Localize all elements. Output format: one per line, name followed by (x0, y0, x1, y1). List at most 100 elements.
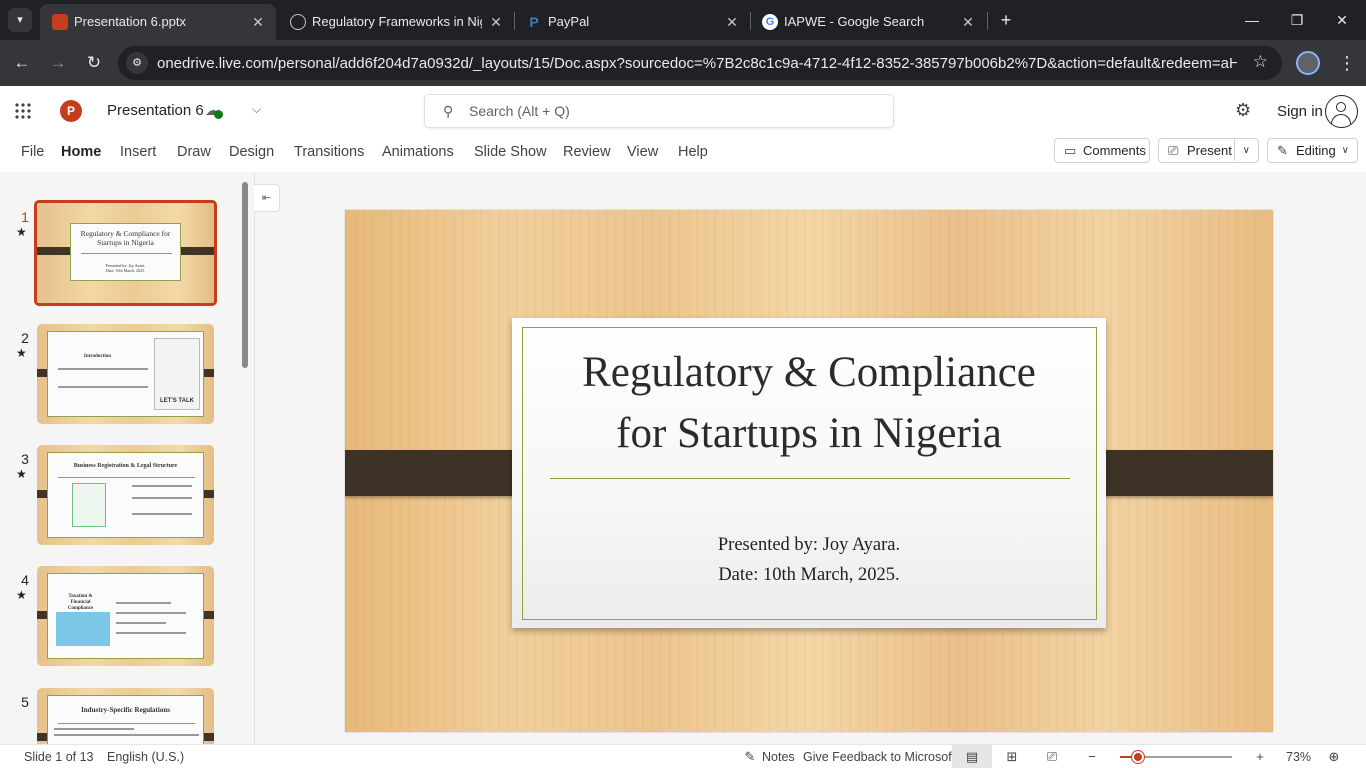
slide-number: 5 (21, 694, 29, 710)
thumb-paper: Introduction LET'S TALK (47, 331, 204, 417)
present-split-divider (1234, 138, 1235, 161)
tab-home[interactable]: Home (61, 143, 101, 161)
thumbnail-slide-1[interactable]: 1 ★ Regulatory & Compliance for Startups… (0, 200, 240, 307)
editing-mode-button[interactable]: ✎ Editing ∨ (1267, 138, 1358, 163)
thumbnail-card[interactable]: Taxation & Financial Compliance (37, 566, 214, 666)
new-tab-plus-icon[interactable]: + (996, 10, 1016, 30)
sign-in-link[interactable]: Sign in (1277, 103, 1323, 121)
app-launcher-icon[interactable] (14, 102, 32, 120)
address-bar[interactable]: ⚙ onedrive.live.com/personal/add6f204d7a… (118, 46, 1282, 80)
zoom-slider-thumb[interactable] (1132, 751, 1144, 763)
url-text[interactable]: onedrive.live.com/personal/add6f204d7a09… (157, 55, 1237, 72)
chevron-down-icon[interactable]: ⌵ (252, 102, 261, 117)
thumbnail-slide-2[interactable]: 2 ★ Introduction LET'S TALK (0, 324, 240, 428)
notes-icon[interactable]: ✎ (740, 748, 760, 766)
tab-title: Presentation 6.pptx (74, 14, 187, 29)
thumbnail-scrollbar[interactable] (242, 182, 248, 368)
tab-draw[interactable]: Draw (177, 143, 211, 161)
tab-file[interactable]: File (21, 143, 44, 161)
slide-title-line-1: Regulatory & Compliance (582, 349, 1036, 396)
minimize-icon[interactable]: — (1240, 8, 1264, 32)
thumbnail-card[interactable]: Introduction LET'S TALK (37, 324, 214, 424)
bookmark-star-icon[interactable]: ☆ (1253, 52, 1268, 72)
thumbnail-card[interactable]: Business Registration & Legal Structure (37, 445, 214, 545)
browser-menu-icon[interactable]: ⋮ (1338, 51, 1356, 75)
browser-tab-paypal[interactable]: P PayPal ✕ (514, 4, 750, 40)
thumbnail-slide-3[interactable]: 3 ★ Business Registration & Legal Struct… (0, 445, 240, 549)
animation-star-icon: ★ (16, 225, 27, 239)
powerpoint-logo-icon: P (60, 100, 82, 122)
restore-icon[interactable]: ❐ (1285, 8, 1309, 32)
browser-tab-regulatory[interactable]: Regulatory Frameworks in Nigeria ✕ (278, 4, 514, 40)
app-header: P Presentation 6 ☁ ⌵ ⚲ ⚙ Sign in (0, 86, 1366, 136)
thumbnail-slide-4[interactable]: 4 ★ Taxation & Financial Compliance (0, 566, 240, 670)
chevron-down-icon[interactable]: ∨ (1243, 139, 1250, 162)
close-icon[interactable]: ✕ (486, 12, 506, 32)
account-avatar-icon[interactable] (1325, 95, 1358, 128)
slide-number: 1 (21, 209, 29, 225)
notes-button[interactable]: Notes (762, 749, 795, 765)
tab-animations[interactable]: Animations (382, 143, 454, 161)
thumbnail-slide-5[interactable]: 5 Industry-Specific Regulations (0, 688, 240, 744)
collapse-pane-icon[interactable]: ⇤ (254, 184, 280, 212)
zoom-in-icon[interactable]: + (1250, 748, 1270, 766)
google-icon: G (762, 14, 778, 30)
normal-view-icon: ▤ (965, 749, 979, 764)
close-icon[interactable]: ✕ (248, 12, 268, 32)
feedback-link[interactable]: Give Feedback to Microsoft (803, 749, 955, 765)
tab-help[interactable]: Help (678, 143, 708, 161)
tab-view[interactable]: View (627, 143, 658, 161)
thumbnail-card[interactable]: Regulatory & Compliance for Startups in … (34, 200, 217, 306)
saved-check-icon (214, 110, 223, 119)
thumbnail-card[interactable]: Industry-Specific Regulations (37, 688, 214, 744)
zoom-level[interactable]: 73% (1286, 749, 1311, 765)
back-arrow-icon[interactable]: ← (10, 51, 34, 75)
chevron-down-icon: ∨ (1341, 145, 1349, 156)
site-info-icon[interactable]: ⚙ (126, 52, 148, 74)
language-indicator[interactable]: English (U.S.) (107, 749, 184, 765)
tab-review[interactable]: Review (563, 143, 611, 161)
fit-to-window-icon[interactable]: ⊕ (1324, 748, 1344, 766)
thumb-title: Industry-Specific Regulations (81, 706, 170, 714)
thumb-rule (58, 723, 195, 724)
tab-design[interactable]: Design (229, 143, 274, 161)
slide-sorter-icon[interactable]: ⊞ (1002, 748, 1022, 766)
close-icon[interactable]: ✕ (722, 12, 742, 32)
zoom-out-icon[interactable]: − (1082, 748, 1102, 766)
document-title[interactable]: Presentation 6 (107, 102, 204, 120)
close-icon[interactable]: ✕ (958, 12, 978, 32)
thumb-picture-caption: LET'S TALK (160, 398, 194, 404)
present-screen-icon: ⎚ (1168, 143, 1179, 158)
slide-canvas[interactable]: Regulatory & Compliance for Startups in … (345, 210, 1273, 732)
thumb-text-line (132, 485, 192, 487)
browser-tab-google[interactable]: G IAPWE - Google Search ✕ (750, 4, 986, 40)
profile-avatar-icon[interactable] (1296, 51, 1320, 75)
tab-title: Regulatory Frameworks in Nigeria (312, 14, 482, 29)
browser-tab-presentation[interactable]: Presentation 6.pptx ✕ (40, 4, 276, 40)
thumb-text-line (132, 497, 192, 499)
slide-thumbnail-pane[interactable]: 1 ★ Regulatory & Compliance for Startups… (0, 172, 254, 744)
tab-slide-show[interactable]: Slide Show (474, 143, 547, 161)
slide-title[interactable]: Regulatory & Compliance for Startups in … (532, 342, 1086, 464)
thumb-text-line (58, 368, 148, 370)
reading-view-icon[interactable]: ⎚ (1042, 748, 1062, 766)
tab-transitions[interactable]: Transitions (294, 143, 364, 161)
powerpoint-icon (52, 14, 68, 30)
slide-subtitle-line-2: Date: 10th March, 2025. (718, 565, 900, 585)
search-box[interactable]: ⚲ (424, 94, 894, 128)
saved-to-cloud-icon[interactable]: ☁ (205, 103, 223, 119)
settings-gear-icon[interactable]: ⚙ (1235, 100, 1251, 121)
ribbon-tabs: File Home Insert Draw Design Transitions… (0, 136, 1366, 170)
slide-position-text: Slide 1 of 13 (24, 750, 94, 764)
present-button[interactable]: ⎚ Present ∨ (1158, 138, 1259, 163)
forward-arrow-icon[interactable]: → (46, 51, 70, 75)
slide-subtitle[interactable]: Presented by: Joy Ayara. Date: 10th Marc… (532, 530, 1086, 590)
reload-icon[interactable]: ↻ (82, 51, 106, 75)
comments-button[interactable]: ▭ Comments (1054, 138, 1150, 163)
thumb-picture (56, 612, 110, 646)
tab-search-button[interactable]: ▾ (8, 8, 32, 32)
search-input[interactable] (469, 102, 869, 120)
tab-insert[interactable]: Insert (120, 143, 156, 161)
window-close-icon[interactable]: ✕ (1330, 8, 1354, 32)
normal-view-button[interactable]: ▤ (952, 745, 992, 768)
